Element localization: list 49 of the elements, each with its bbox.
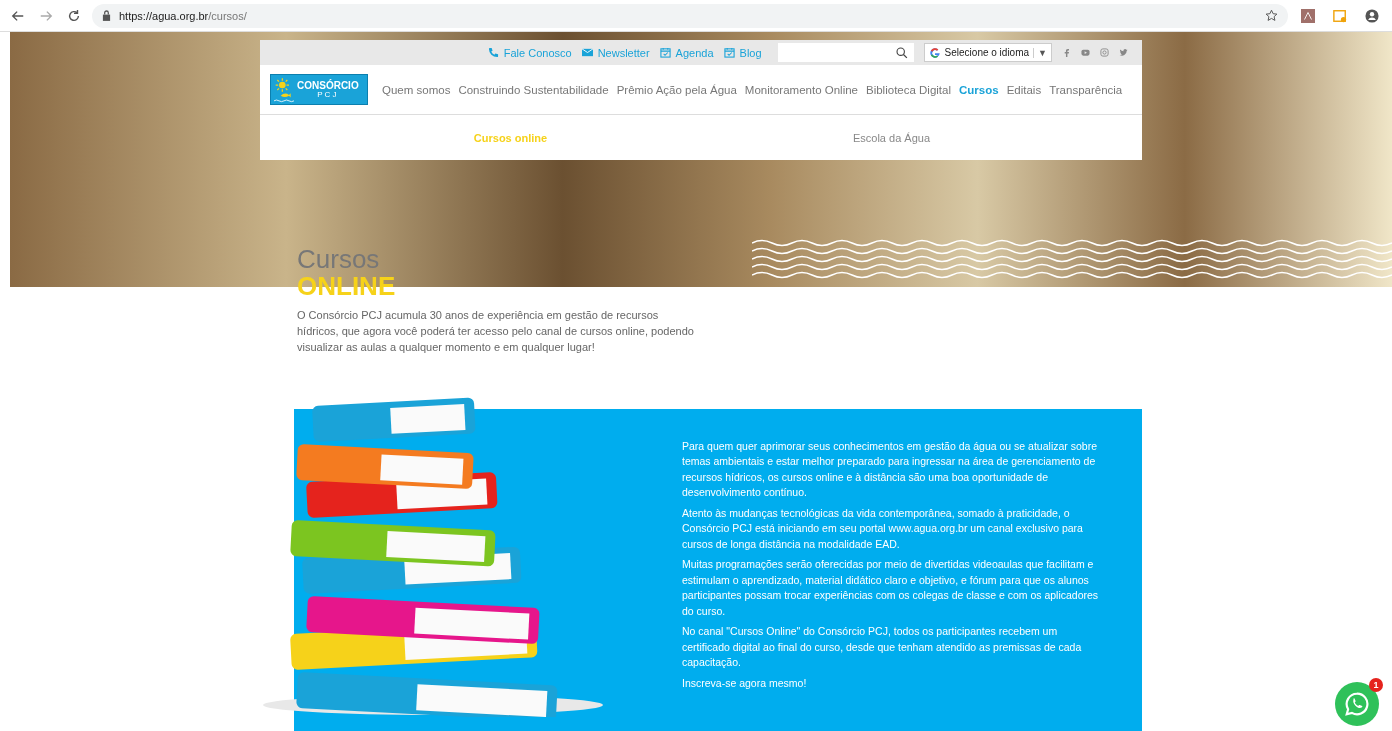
facebook-icon[interactable] — [1062, 48, 1071, 57]
youtube-icon[interactable] — [1081, 48, 1090, 57]
pdf-extension-icon[interactable] — [1301, 8, 1315, 23]
info-paragraph: Atento às mudanças tecnológicas da vida contemporânea, somado à praticidade, o Consórcio PCJ está iniciando em seu portal www.agua.org.br um canal exclusivo para cursos de longa distância na modalidade EAD. — [682, 505, 1084, 552]
info-paragraph: Para quem quer aprimorar seus conhecimentos em gestão da água ou se atualizar sobre temas ambientais e estar melhor preparado para ingressar na área de gerenciamento de recursos hídricos, os cursos online e à distância são uma boa oportunidade de desenvolvimento contínuo. — [682, 438, 1098, 501]
top-link[interactable]: Newsletter — [581, 46, 650, 59]
nav-link[interactable]: Construindo Sustentabilidade — [458, 83, 609, 96]
language-select[interactable]: Selecione o idioma ▼ — [923, 43, 1052, 62]
calendar-icon — [659, 47, 671, 58]
lock-icon — [102, 10, 111, 21]
subnav-link[interactable]: Escola da Água — [701, 131, 1082, 144]
top-link[interactable]: Blog — [723, 46, 762, 59]
top-link[interactable]: Agenda — [659, 46, 714, 59]
nav-link[interactable]: Editais — [1006, 83, 1042, 96]
page-title: Cursos — [297, 246, 381, 272]
nav-link[interactable]: Transparência — [1049, 83, 1123, 96]
envelope-icon — [581, 47, 593, 58]
nav-link[interactable]: Quem somos — [382, 83, 451, 96]
intro-paragraph: O Consórcio PCJ acumula 30 anos de experiência em gestão de recursos hídricos, que agora você poderá ter acesso pelo canal de cursos online, podendo visualizar as aulas a qualquer momento e em qualquer lugar! — [297, 307, 695, 355]
address-bar[interactable]: https://agua.org.br/cursos/ — [92, 3, 1288, 28]
extension-icon[interactable] — [1333, 8, 1347, 23]
site-logo[interactable]: CONSÓRCIO PCJ — [270, 74, 368, 105]
info-paragraph: No canal "Cursos Online" do Consórcio PCJ, todos os participantes recebem um certificado digital ao final do curso, desde que tenham atendido as premissas de cada capacitação. — [682, 624, 1083, 671]
google-logo-icon — [928, 46, 941, 59]
forward-icon[interactable] — [39, 8, 53, 23]
info-paragraph: Inscreva-se agora mesmo! — [682, 675, 808, 691]
instagram-icon[interactable] — [1100, 48, 1109, 57]
info-paragraph: Muitas programações serão oferecidas por meio de divertidas videoaulas que facilitam e estimulam o aprendizado, material didático claro e objetivo, e fórum para que os alunos participantes possam trocar experiências com os colegas de classe e com os aplicadores do curso. — [682, 557, 1100, 619]
top-link[interactable]: Fale Conosco — [487, 46, 572, 59]
star-icon[interactable] — [1265, 9, 1278, 22]
nav-link[interactable]: Prêmio Ação pela Água — [616, 83, 737, 96]
search-field[interactable] — [777, 43, 914, 62]
sun-fish-icon — [274, 76, 294, 103]
phone-icon — [487, 47, 499, 58]
whatsapp-icon — [1344, 691, 1370, 717]
logo-text: CONSÓRCIO — [297, 80, 359, 91]
search-icon — [895, 46, 908, 59]
logo-subtext: PCJ — [317, 90, 339, 99]
nav-link[interactable]: Biblioteca Digital — [866, 83, 951, 96]
twitter-icon[interactable] — [1119, 48, 1128, 57]
profile-icon[interactable] — [1365, 8, 1379, 23]
notification-badge: 1 — [1369, 678, 1383, 692]
nav-link[interactable]: Cursos — [959, 83, 999, 96]
nav-link[interactable]: Monitoramento Online — [744, 83, 858, 96]
wave-pattern-icon — [752, 239, 1392, 279]
reload-icon[interactable] — [67, 8, 81, 23]
back-icon[interactable] — [11, 8, 25, 23]
page-subtitle: ONLINE — [297, 272, 397, 301]
calendar-icon — [723, 47, 735, 58]
